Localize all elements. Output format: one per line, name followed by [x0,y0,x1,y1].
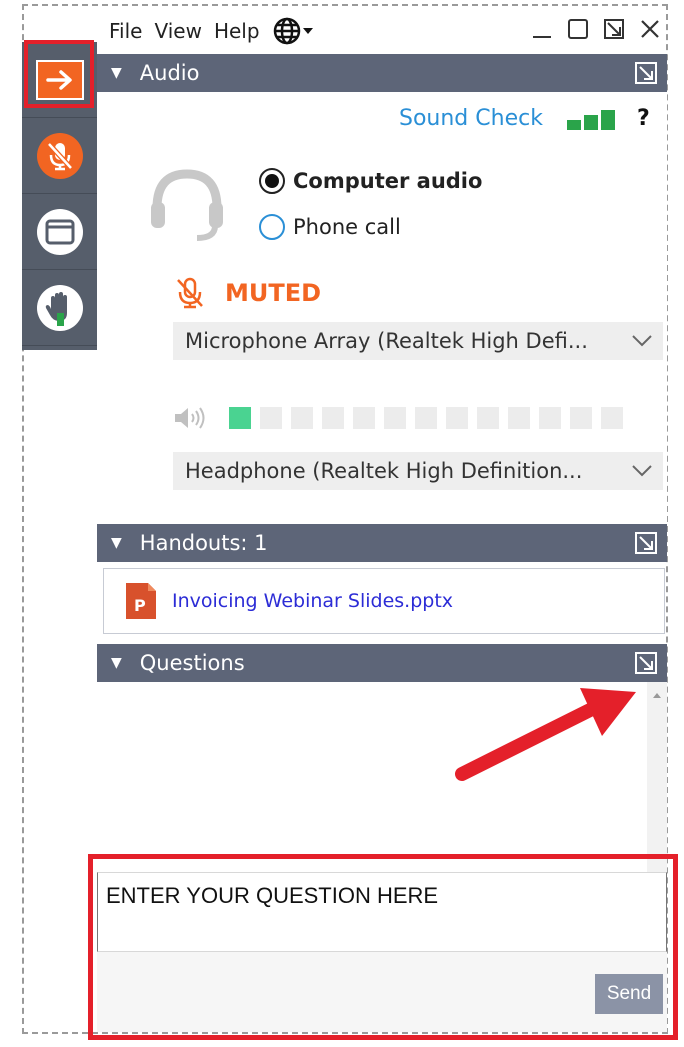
level-segment [353,407,375,429]
computer-audio-label: Computer audio [293,169,483,193]
phone-call-label: Phone call [293,215,401,239]
popout-icon[interactable] [635,652,657,674]
collapse-triangle-icon: ▼ [111,535,122,551]
level-segments [229,407,632,429]
restore-icon[interactable] [567,18,589,40]
headset-icon [151,169,223,241]
globe-icon [273,17,300,45]
handout-item[interactable]: P Invoicing Webinar Slides.pptx [103,568,665,634]
minimize-icon[interactable] [531,18,553,40]
screen-view-button[interactable] [22,194,97,270]
window-controls [531,18,661,40]
svg-text:P: P [134,596,146,615]
level-segment [446,407,468,429]
language-menu[interactable] [272,16,314,46]
microphone-muted-icon [177,277,203,309]
level-segment [291,407,313,429]
questions-header-title: Questions [139,651,245,675]
input-highlight-annotation [88,854,678,1040]
menu-file[interactable]: File [109,19,142,43]
level-segment [570,407,592,429]
microphone-muted-icon [36,132,83,179]
level-segment [384,407,406,429]
screen-icon [36,208,83,255]
annotation-arrow [455,688,636,781]
pptx-file-icon: P [126,583,156,619]
menu-bar: File View Help [97,10,667,52]
audio-header-title: Audio [139,61,200,85]
audio-section-header[interactable]: ▼ Audio [97,54,667,92]
chevron-down-icon [632,465,652,477]
menu-view[interactable]: View [154,19,201,43]
collapse-triangle-icon: ▼ [111,655,122,671]
speaker-level-meter [173,406,632,430]
level-segment [322,407,344,429]
toolbar-highlight-annotation [24,40,94,108]
level-segment [415,407,437,429]
chevron-down-icon [632,335,652,347]
speaker-icon [175,407,205,429]
popout-icon[interactable] [603,18,625,40]
caret-down-icon [302,28,313,34]
speaker-select-value: Headphone (Realtek High Definition... [185,459,583,483]
popout-icon[interactable] [635,532,657,554]
microphone-select-value: Microphone Array (Realtek High Defi... [185,329,588,353]
scroll-up-icon[interactable] [647,686,667,704]
sound-check-link[interactable]: Sound Check [399,106,543,131]
raise-hand-button[interactable] [22,270,97,346]
level-segment [539,407,561,429]
handouts-section-header[interactable]: ▼ Handouts: 1 [97,524,667,562]
mute-toggle-button[interactable] [22,118,97,194]
raise-hand-icon [36,284,83,331]
questions-scrollbar[interactable] [647,682,667,872]
handout-link[interactable]: Invoicing Webinar Slides.pptx [172,590,453,612]
menu-help[interactable]: Help [214,19,260,43]
collapse-triangle-icon: ▼ [111,65,122,81]
handouts-header-title: Handouts: 1 [139,531,268,555]
popout-icon[interactable] [635,62,657,84]
computer-audio-option[interactable]: Computer audio [259,168,482,194]
level-segment [229,407,251,429]
phone-call-option[interactable]: Phone call [259,214,401,240]
close-icon[interactable] [639,18,661,40]
level-segment [477,407,499,429]
radio-selected[interactable] [259,168,285,194]
level-segment [260,407,282,429]
level-segment [508,407,530,429]
audio-panel: Sound Check ? Computer audio Phone call … [97,92,667,524]
mute-status: MUTED [175,276,321,310]
microphone-select[interactable]: Microphone Array (Realtek High Defi... [173,322,663,360]
level-segment [601,407,623,429]
signal-strength-icon [567,110,615,130]
help-icon[interactable]: ? [637,106,650,131]
muted-label: MUTED [225,279,322,307]
radio-unselected[interactable] [259,214,285,240]
speaker-select[interactable]: Headphone (Realtek High Definition... [173,452,663,490]
questions-section-header[interactable]: ▼ Questions [97,644,667,682]
